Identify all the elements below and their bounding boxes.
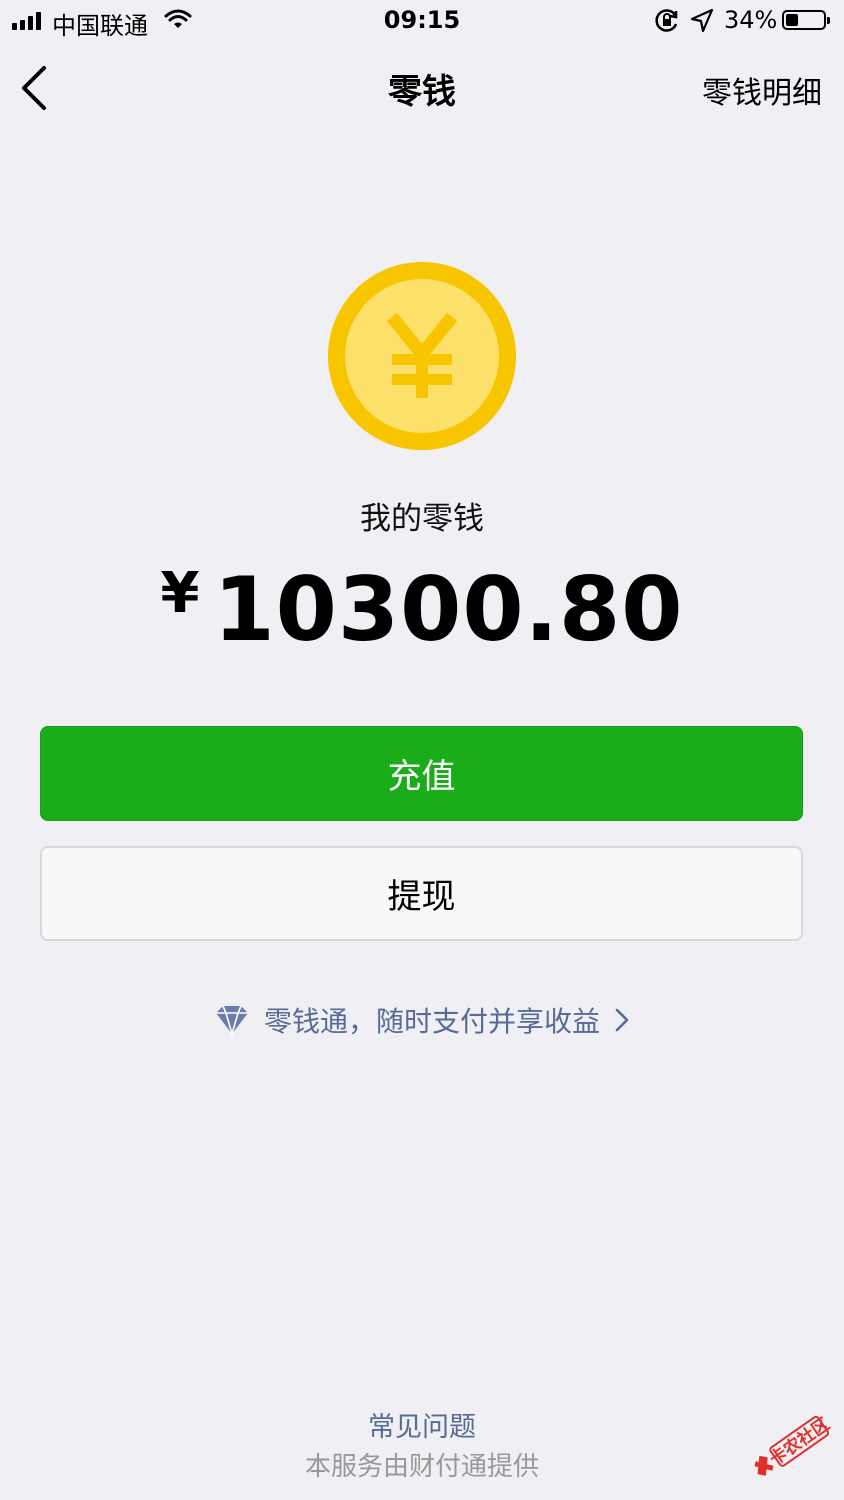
currency-symbol: ¥ (160, 561, 200, 626)
battery-percent: 34% (724, 6, 778, 34)
nav-bar: 零钱 零钱明细 (0, 44, 844, 132)
yuan-coin-icon (328, 262, 516, 450)
promo-text: 零钱通，随时支付并享收益 (263, 1005, 600, 1038)
recharge-button[interactable]: 充值 (40, 726, 803, 821)
balance-value: 10300.80 (213, 558, 684, 661)
diamond-icon (215, 1005, 248, 1036)
orientation-lock-icon (655, 9, 678, 32)
watermark-logo: 卡农社区 (754, 1414, 834, 1476)
faq-link[interactable]: 常见问题 (0, 1405, 844, 1444)
change-details-link[interactable]: 零钱明细 (702, 68, 822, 112)
lingqiantong-promo-link[interactable]: 零钱通，随时支付并享收益 (0, 1000, 844, 1040)
balance-label: 我的零钱 (360, 501, 484, 537)
withdraw-button[interactable]: 提现 (40, 846, 803, 941)
status-time: 09:15 (383, 6, 461, 34)
battery-icon (782, 10, 830, 30)
location-icon (690, 8, 714, 33)
balance-amount: ¥10300.80 (0, 558, 844, 661)
svg-text:卡农社区: 卡农社区 (766, 1414, 834, 1470)
chevron-right-icon (615, 1008, 629, 1032)
status-bar: 中国联通 09:15 34% (0, 0, 844, 44)
service-provider-note: 本服务由财付通提供 (304, 1452, 539, 1482)
